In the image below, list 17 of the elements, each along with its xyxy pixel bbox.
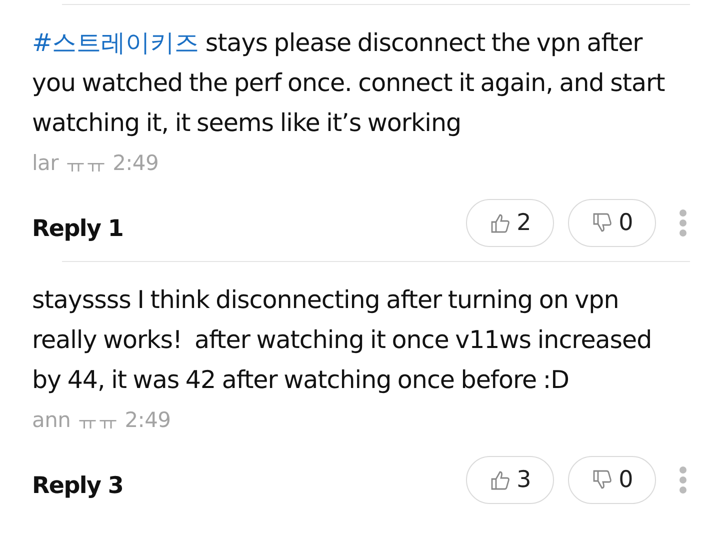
comment-meta: ann ㅠㅠ 2:49 — [32, 407, 172, 434]
more-options-icon[interactable] — [678, 208, 688, 238]
hashtag-link[interactable]: #스트레이키즈 — [32, 28, 200, 57]
like-button[interactable]: 3 — [466, 456, 554, 504]
thumbs-down-icon — [590, 469, 613, 491]
dislike-button[interactable]: 0 — [568, 199, 656, 247]
thumbs-up-icon — [488, 469, 511, 491]
comment-text: #스트레이키즈 stays please disconnect the vpn after you watched the perf once. connect it again, and start watching it, it seems like it’s working — [32, 27, 666, 139]
reply-link[interactable]: Reply 3 — [32, 473, 124, 499]
thumbs-up-icon — [488, 212, 511, 234]
like-button[interactable]: 2 — [466, 199, 554, 247]
comment-meta: lar ㅠㅠ 2:49 — [32, 150, 160, 177]
reply-link[interactable]: Reply 1 — [32, 216, 124, 242]
thumbs-down-icon — [590, 212, 613, 234]
dislike-button[interactable]: 0 — [568, 456, 656, 504]
more-options-icon[interactable] — [678, 465, 688, 495]
comment-text: stayssss I think disconnecting after turning on vpn really works! after watching it once v11ws increased by 44, it was 42 after watching once before :D — [32, 284, 653, 396]
